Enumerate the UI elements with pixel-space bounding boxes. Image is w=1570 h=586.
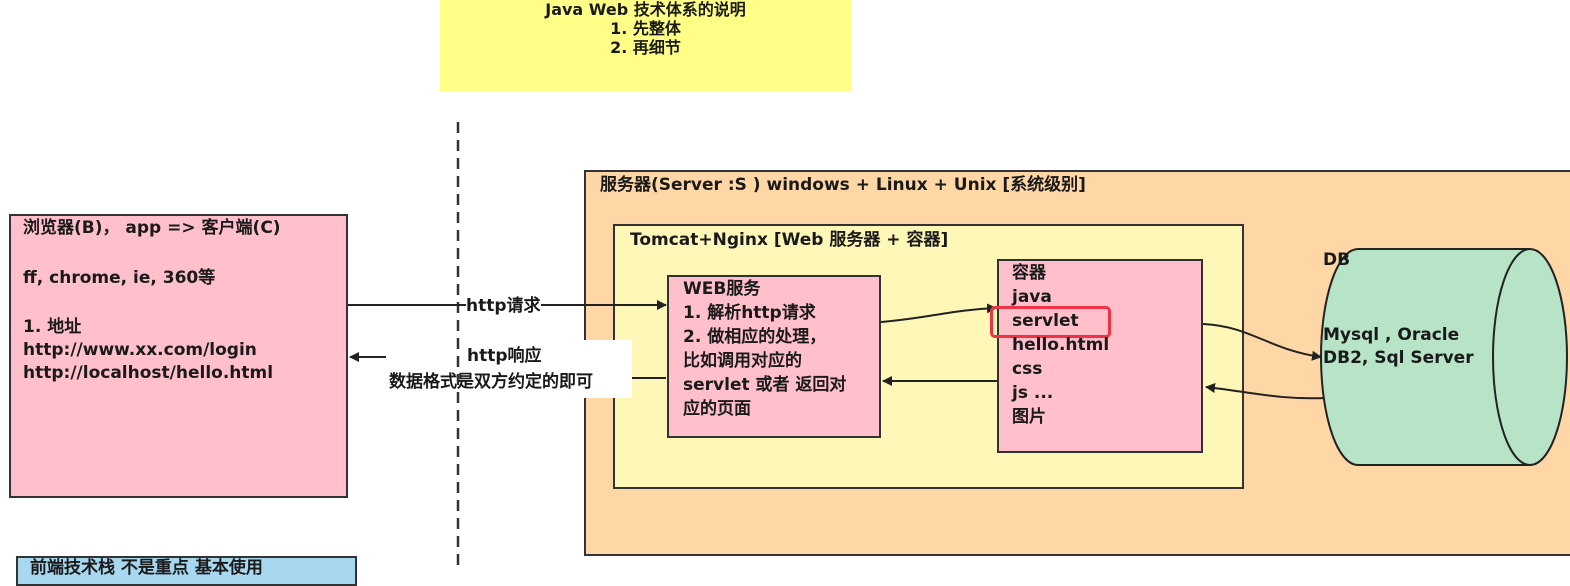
container-to-db-arrow (1202, 323, 1322, 361)
db-line-1: Mysql , Oracle (1323, 325, 1460, 345)
web-service-step-2-cont-3: 应的页面 (683, 399, 751, 419)
http-request-label: http请求 (466, 295, 541, 318)
container-title: 容器 (1012, 263, 1046, 283)
client-address-heading: 1. 地址 (23, 317, 82, 337)
db-line-2: DB2, Sql Server (1323, 348, 1474, 368)
web-service-step-2: 2. 做相应的处理， (683, 327, 827, 347)
web-service-step-2-cont-1: 比如调用对应的 (683, 351, 802, 371)
db-to-container-arrow (1205, 383, 1327, 400)
web-service-title: WEB服务 (683, 279, 761, 299)
client-url-2: http://localhost/hello.html (23, 363, 274, 383)
web-service-step-2-cont-2: servlet 或者 返回对 (683, 375, 847, 395)
client-url-1: http://www.xx.com/login (23, 340, 257, 360)
response-format-note: 数据格式是双方约定的即可 (389, 372, 593, 392)
tomcat-title: Tomcat+Nginx [Web 服务器 + 容器] (630, 230, 949, 250)
container-item-hello-html: hello.html (1012, 335, 1110, 355)
server-title: 服务器(Server :S ) windows + Linux + Unix [… (600, 175, 1086, 195)
db-label: DB (1323, 250, 1351, 270)
diagram-connectors (348, 122, 1568, 568)
client-title: 浏览器(B)， app => 客户端(C) (23, 218, 281, 238)
client-browsers: ff, chrome, ie, 360等 (23, 268, 216, 288)
web-service-step-1: 1. 解析http请求 (683, 303, 816, 323)
container-item-css: css (1012, 359, 1043, 379)
web-to-container-arrow (880, 303, 997, 323)
container-item-servlet: servlet (1012, 311, 1079, 331)
frontend-label: 前端技术栈 不是重点 基本使用 (30, 558, 263, 578)
http-response-label: http响应 (467, 346, 542, 366)
container-item-java: java (1012, 287, 1052, 307)
container-item-js: js ... (1012, 383, 1054, 403)
container-item-images: 图片 (1012, 407, 1046, 427)
